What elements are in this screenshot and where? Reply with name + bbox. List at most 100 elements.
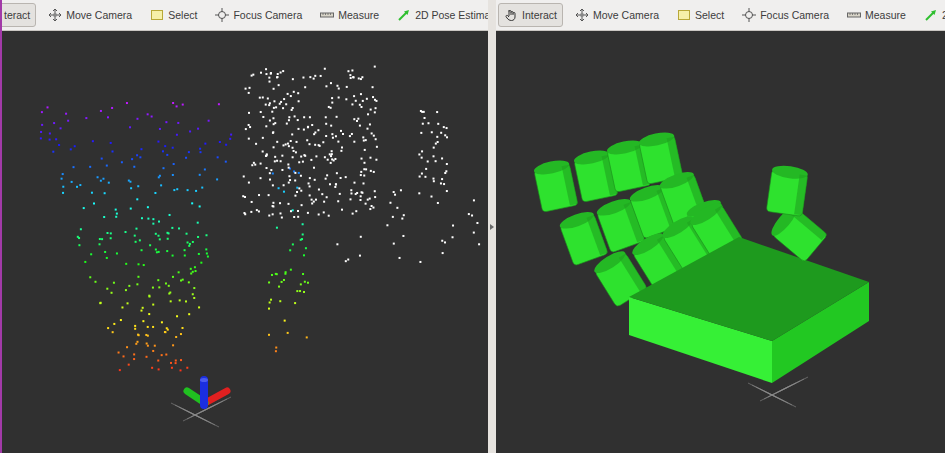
cloud-point	[298, 161, 300, 163]
cloud-point	[399, 257, 401, 259]
cloud-point	[136, 341, 138, 343]
cloud-point	[40, 131, 42, 133]
cloud-point	[106, 165, 108, 167]
cloud-point	[336, 243, 338, 245]
cloud-point	[421, 157, 423, 159]
select-box-icon	[677, 8, 691, 22]
cloud-point	[112, 331, 114, 333]
render-viewport[interactable]	[496, 31, 945, 453]
tool-button[interactable]: Select	[144, 3, 203, 27]
cloud-point	[350, 192, 352, 194]
cloud-point	[134, 325, 136, 327]
cloud-point	[276, 273, 278, 275]
cloud-point	[294, 302, 296, 304]
tool-button[interactable]: teract	[2, 3, 36, 27]
cloud-point	[314, 144, 316, 146]
cloud-point	[435, 143, 437, 145]
cloud-point	[289, 249, 291, 251]
cloud-point	[143, 264, 145, 266]
cloud-point	[73, 166, 75, 168]
tool-button[interactable]: Move Camera	[569, 3, 665, 27]
cloud-point	[279, 212, 281, 214]
cloud-point	[152, 350, 154, 352]
cloud-point	[330, 155, 332, 157]
tool-button[interactable]: 2D Pose Estimate	[391, 3, 488, 27]
cloud-point	[440, 182, 442, 184]
cloud-point	[362, 100, 364, 102]
cloud-point	[49, 139, 51, 141]
cloud-point	[106, 232, 108, 234]
tool-button[interactable]: Focus Camera	[209, 3, 308, 27]
cloud-point	[255, 143, 257, 145]
tool-label: 2D Pose Estimate	[415, 9, 488, 21]
cloud-point	[314, 75, 316, 77]
cloud-point	[446, 127, 448, 129]
cloud-point	[197, 128, 199, 130]
cloud-point	[435, 160, 437, 162]
cloud-point	[200, 262, 202, 264]
cloud-point	[180, 369, 182, 371]
cloud-point	[423, 111, 425, 113]
cloud-point	[185, 157, 187, 159]
cloud-point	[269, 172, 271, 174]
cloud-point	[297, 119, 299, 121]
tool-button[interactable]: Measure	[314, 3, 385, 27]
cloud-point	[260, 177, 262, 179]
cloud-point	[452, 225, 454, 227]
select-tool-icon	[677, 8, 691, 22]
cloud-point	[353, 76, 355, 78]
cloud-point	[431, 131, 433, 133]
cloud-point	[158, 176, 160, 178]
cloud-point	[188, 313, 190, 315]
cloud-point	[351, 103, 353, 105]
cloud-point	[361, 76, 363, 78]
cloud-point	[366, 98, 368, 100]
cloud-point	[208, 120, 210, 122]
cloud-point	[364, 149, 366, 151]
cloud-point	[200, 151, 202, 153]
cloud-point	[141, 249, 143, 251]
cloud-point	[80, 228, 82, 230]
cloud-point	[194, 266, 196, 268]
tool-button[interactable]: Interact	[498, 3, 563, 27]
tool-button[interactable]: Focus Camera	[736, 3, 835, 27]
cloud-point	[269, 81, 271, 83]
cloud-point	[442, 252, 444, 254]
cloud-point	[217, 156, 219, 158]
render-viewport[interactable]	[2, 31, 488, 453]
cloud-point	[167, 238, 169, 240]
cloud-point	[270, 72, 272, 74]
cloud-point	[62, 192, 64, 194]
cloud-point	[322, 141, 324, 143]
cloud-point	[185, 300, 187, 302]
cloud-point	[195, 190, 197, 192]
cloud-point	[47, 106, 49, 108]
cloud-point	[309, 76, 311, 78]
tool-button[interactable]: 2D Pose Estimate	[918, 3, 945, 27]
cloud-point	[315, 155, 317, 157]
cloud-point	[67, 120, 69, 122]
cloud-point	[294, 195, 296, 197]
cloud-point	[133, 358, 135, 360]
cloud-point	[265, 104, 267, 106]
cloud-point	[201, 187, 203, 189]
cloud-point	[347, 259, 349, 261]
cloud-point	[176, 105, 178, 107]
point-cloud-scene[interactable]	[2, 31, 488, 453]
move-tool-icon	[48, 8, 62, 22]
cloud-point	[260, 111, 262, 113]
cloud-point	[419, 261, 421, 263]
cloud-point	[198, 306, 200, 308]
panel-splitter[interactable]	[488, 0, 496, 453]
cloud-point	[307, 126, 309, 128]
cloud-point	[275, 106, 277, 108]
tool-button[interactable]: Measure	[841, 3, 912, 27]
cloud-point	[282, 107, 284, 109]
tool-button[interactable]: Select	[671, 3, 730, 27]
cloud-point	[256, 209, 258, 211]
cloud-point	[184, 249, 186, 251]
hand-model-scene[interactable]	[496, 31, 944, 453]
cloud-point	[345, 260, 347, 262]
cloud-point	[161, 354, 163, 356]
tool-button[interactable]: Move Camera	[42, 3, 138, 27]
